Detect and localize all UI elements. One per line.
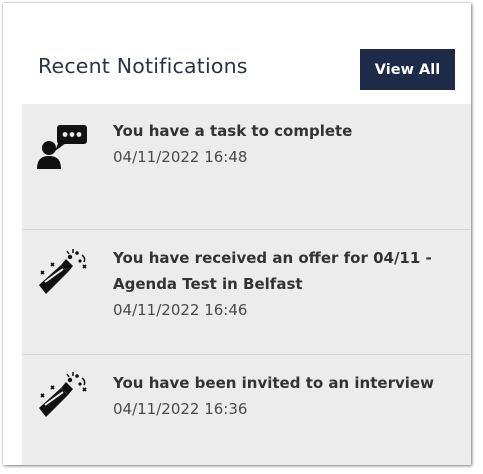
notification-list: You have a task to complete 04/11/2022 1… (22, 104, 471, 465)
notification-item[interactable]: You have a task to complete 04/11/2022 1… (22, 104, 471, 230)
notification-message: You have a task to complete (113, 122, 353, 140)
user-chat-icon (37, 123, 89, 169)
view-all-button[interactable]: View All (360, 49, 455, 90)
notification-item[interactable]: You have been invited to an interview 04… (22, 355, 471, 465)
notification-message: You have been invited to an interview (113, 374, 434, 392)
notification-timestamp: 04/11/2022 16:36 (113, 400, 248, 418)
notification-timestamp: 04/11/2022 16:48 (113, 148, 248, 166)
recent-notifications-widget: Recent Notifications View All You have a… (3, 3, 471, 465)
champagne-icon (37, 372, 89, 418)
notification-text: You have a task to complete 04/11/2022 1… (113, 118, 461, 170)
notification-message: You have received an offer for 04/11 - A… (113, 249, 432, 293)
widget-title: Recent Notifications (38, 54, 248, 78)
notifications-panel: Recent Notifications View All You have a… (22, 18, 471, 465)
champagne-icon (37, 249, 89, 295)
widget-header: Recent Notifications View All (22, 18, 471, 104)
notification-text: You have been invited to an interview 04… (113, 370, 461, 422)
notification-item[interactable]: You have received an offer for 04/11 - A… (22, 230, 471, 355)
notification-timestamp: 04/11/2022 16:46 (113, 301, 248, 319)
notification-text: You have received an offer for 04/11 - A… (113, 245, 461, 323)
